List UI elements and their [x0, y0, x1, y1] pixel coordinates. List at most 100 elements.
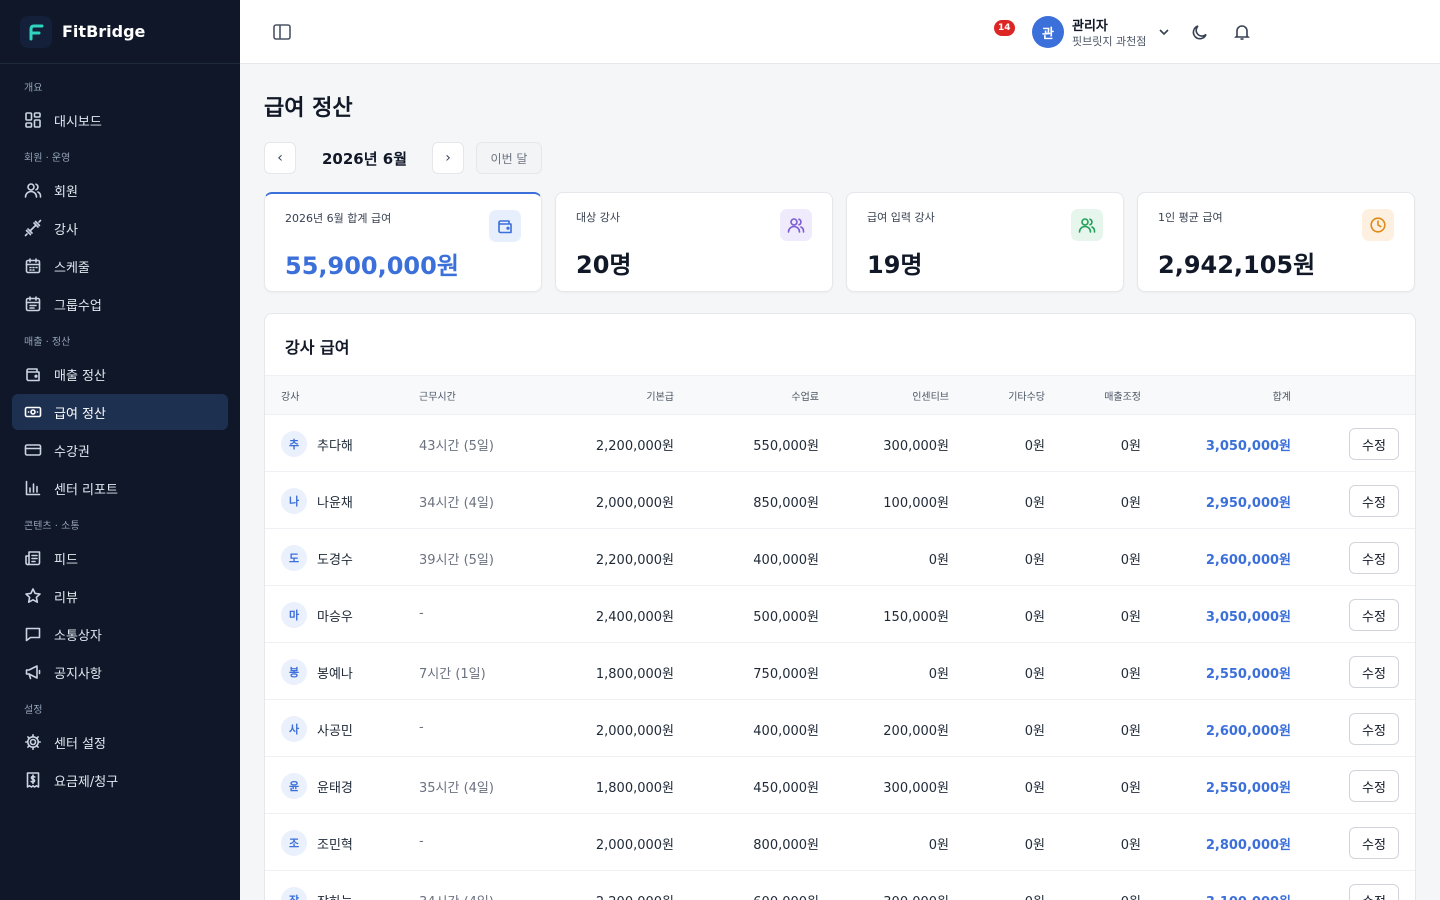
sidebar-item-calendar-list[interactable]: 그룹수업	[12, 286, 228, 322]
sidebar-item-dumbbell[interactable]: 강사	[12, 210, 228, 246]
newspaper-icon	[24, 549, 54, 567]
column-header[interactable]: 수업료	[689, 388, 819, 403]
banknote-icon	[24, 403, 54, 421]
table-row[interactable]: 나 나윤채 34시간 (4일) 2,000,000원 850,000원 100,000원 0…	[265, 472, 1415, 529]
column-header[interactable]: 매출조정	[1051, 388, 1141, 403]
cell-total: 2,600,000원	[1205, 724, 1291, 739]
instructor-avatar: 윤	[281, 773, 307, 799]
table-row[interactable]: 윤 윤태경 35시간 (4일) 1,800,000원 450,000원 300,000원 0…	[265, 757, 1415, 814]
cell-base: 2,000,000원	[595, 496, 674, 511]
cell-name: 조민혁	[317, 838, 353, 853]
cell-other: 0원	[1024, 838, 1045, 853]
cell-adjust: 0원	[1120, 496, 1141, 511]
sidebar-item-star[interactable]: 리뷰	[12, 578, 228, 614]
table-row[interactable]: 장 장하늘 34시간 (4일)2,200,000원 600,000원 300,000원 0…	[265, 871, 1415, 900]
cell-base: 2,000,000원	[595, 724, 674, 739]
sidebar-item-label: 그룹수업	[54, 298, 102, 314]
chevron-down-icon[interactable]	[1156, 24, 1172, 40]
stat-card: 1인 평균 급여 2,942,105원	[1137, 192, 1415, 292]
sidebar-item-megaphone[interactable]: 공지사항	[12, 654, 228, 690]
sidebar-item-label: 센터 리포트	[54, 482, 118, 498]
sidebar-item-dashboard[interactable]: 대시보드	[12, 102, 228, 138]
sidebar-item-users[interactable]: 회원	[12, 172, 228, 208]
sidebar-item-wallet[interactable]: 매출 정산	[12, 356, 228, 392]
instructor-avatar: 추	[281, 431, 307, 457]
cell-hours: -	[419, 834, 424, 849]
column-header[interactable]: 기타수당	[955, 388, 1045, 403]
edit-button[interactable]: 수정	[1349, 770, 1399, 802]
cell-base: 2,200,000원	[595, 553, 674, 568]
cell-lesson: 750,000원	[753, 667, 819, 682]
cell-name: 마승우	[317, 610, 353, 625]
sidebar-item-label: 요금제/청구	[54, 774, 119, 790]
cell-base: 1,800,000원	[595, 781, 674, 796]
table-row[interactable]: 조 조민혁 - 2,000,000원 800,000원 0원 0원 0원 2,800,000원 수…	[265, 814, 1415, 871]
notification-badge: 14	[994, 20, 1015, 36]
table-row[interactable]: 마 마승우 - 2,400,000원 500,000원 150,000원 0원 0원 3,050…	[265, 586, 1415, 643]
this-month-button[interactable]: 이번 달	[476, 142, 542, 174]
prev-month-button[interactable]: ‹	[264, 142, 296, 174]
edit-button[interactable]: 수정	[1349, 428, 1399, 460]
next-month-button[interactable]: ›	[432, 142, 464, 174]
stat-card: 급여 입력 강사 19명	[846, 192, 1124, 292]
sidebar-toggle-icon[interactable]	[270, 20, 294, 44]
edit-button[interactable]: 수정	[1349, 884, 1399, 900]
sidebar-item-banknote[interactable]: 급여 정산	[12, 394, 228, 430]
sidebar-item-label: 대시보드	[54, 114, 102, 130]
edit-button[interactable]: 수정	[1349, 713, 1399, 745]
stat-value: 19명	[867, 251, 923, 279]
cell-adjust: 0원	[1120, 838, 1141, 853]
column-header[interactable]: 합계	[1145, 388, 1291, 403]
bell-icon[interactable]	[1232, 22, 1252, 42]
sidebar-item-receipt[interactable]: 요금제/청구	[12, 762, 228, 798]
sidebar-item-card[interactable]: 수강권	[12, 432, 228, 468]
edit-button[interactable]: 수정	[1349, 656, 1399, 688]
user-name[interactable]: 관리자	[1072, 15, 1108, 34]
sidebar-item-label: 매출 정산	[54, 368, 106, 384]
clock-icon	[1362, 209, 1394, 241]
cell-total: 3,050,000원	[1205, 610, 1291, 625]
table-row[interactable]: 봉 봉예나 7시간 (1일) 1,800,000원 750,000원 0원 0원 0원 2,55…	[265, 643, 1415, 700]
gear-icon	[24, 733, 54, 751]
cell-incentive: 0원	[928, 553, 949, 568]
cell-name: 사공민	[317, 724, 353, 739]
dashboard-icon	[24, 111, 54, 129]
calendar-icon	[24, 257, 54, 275]
table-row[interactable]: 사 사공민 - 2,000,000원 400,000원 200,000원 0원 0원 2,600…	[265, 700, 1415, 757]
sidebar-item-bar-chart[interactable]: 센터 리포트	[12, 470, 228, 506]
cell-hours: -	[419, 720, 424, 735]
column-header[interactable]: 인센티브	[829, 388, 949, 403]
table-row[interactable]: 추 추다해 43시간 (5일) 2,200,000원 550,000원 300,000원 0…	[265, 415, 1415, 472]
moon-icon[interactable]	[1190, 22, 1210, 42]
edit-button[interactable]: 수정	[1349, 542, 1399, 574]
sidebar: FitBridge 개요 대시보드 회원 · 운영 회원 강사 스케줄 그룹수업 매출 · 정…	[0, 0, 240, 900]
sidebar-item-calendar[interactable]: 스케줄	[12, 248, 228, 284]
table-row[interactable]: 도 도경수 39시간 (5일) 2,200,000원 400,000원 0원 0원 0원 2,6…	[265, 529, 1415, 586]
stat-label: 급여 입력 강사	[867, 211, 935, 224]
instructor-avatar: 도	[281, 545, 307, 571]
edit-button[interactable]: 수정	[1349, 485, 1399, 517]
cell-adjust: 0원	[1120, 610, 1141, 625]
sidebar-item-message[interactable]: 소통상자	[12, 616, 228, 652]
edit-button[interactable]: 수정	[1349, 599, 1399, 631]
message-icon	[24, 625, 54, 643]
cell-incentive: 200,000원	[883, 724, 949, 739]
nav-section-label: 회원 · 운영	[24, 153, 71, 164]
cell-hours: 43시간 (5일)	[419, 439, 494, 454]
sidebar-item-newspaper[interactable]: 피드	[12, 540, 228, 576]
edit-button[interactable]: 수정	[1349, 827, 1399, 859]
brand[interactable]: FitBridge	[0, 0, 240, 64]
column-header[interactable]: 기본급	[559, 388, 674, 403]
stat-label: 대상 강사	[576, 211, 620, 224]
user-avatar[interactable]: 관	[1032, 16, 1064, 48]
column-header[interactable]: 강사	[281, 388, 401, 403]
column-header[interactable]: 근무시간	[419, 388, 559, 403]
cell-base: 2,200,000원	[595, 439, 674, 454]
stat-value: 2,942,105원	[1158, 251, 1316, 279]
sidebar-nav: 개요 대시보드 회원 · 운영 회원 강사 스케줄 그룹수업 매출 · 정산 매출 정산 급여 정…	[0, 64, 240, 808]
user-branch: 핏브릿지 과천점	[1072, 35, 1147, 48]
sidebar-item-label: 센터 설정	[54, 736, 106, 752]
stat-card: 2026년 6월 합계 급여 55,900,000원	[264, 192, 542, 292]
users-icon	[1071, 209, 1103, 241]
sidebar-item-gear[interactable]: 센터 설정	[12, 724, 228, 760]
